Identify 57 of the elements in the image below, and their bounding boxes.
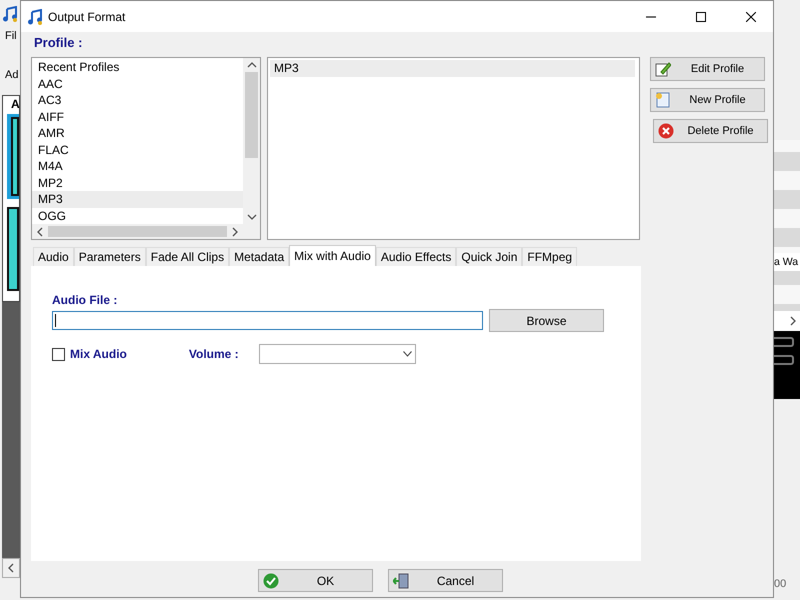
profile-label: Profile :: [33, 34, 84, 52]
maximize-button[interactable]: [696, 12, 706, 22]
list-item[interactable]: AMR: [32, 125, 243, 142]
list-item[interactable]: MP3: [270, 60, 635, 77]
scroll-right-icon[interactable]: [231, 226, 240, 236]
tab[interactable]: Audio Effects: [376, 247, 456, 266]
ok-button[interactable]: OK: [258, 569, 373, 592]
audio-file-field[interactable]: [52, 311, 483, 330]
exit-door-icon: [393, 572, 409, 588]
tab[interactable]: Mix with Audio: [289, 245, 376, 266]
cancel-button[interactable]: Cancel: [388, 569, 503, 592]
scroll-thumb[interactable]: [245, 72, 258, 158]
list-item[interactable]: AIFF: [32, 108, 243, 125]
tab[interactable]: Audio: [33, 247, 74, 266]
document-icon: [655, 92, 671, 108]
window-title: Output Format: [48, 10, 126, 24]
volume-label: Volume :: [188, 347, 240, 361]
tab[interactable]: Fade All Clips: [146, 247, 230, 266]
list-item[interactable]: AAC: [32, 76, 243, 92]
list-item[interactable]: AC3: [32, 92, 243, 108]
new-profile-button[interactable]: New Profile: [650, 88, 765, 112]
app-icon: [2, 6, 18, 22]
scroll-right-icon[interactable]: [789, 316, 797, 326]
scroll-up-icon[interactable]: [246, 61, 256, 69]
browse-button[interactable]: Browse: [489, 309, 604, 332]
scroll-left-button[interactable]: [2, 558, 20, 578]
delete-icon: [658, 123, 674, 139]
audio-file-label: Audio File :: [52, 293, 118, 307]
app-icon: [27, 8, 43, 24]
checkbox[interactable]: [52, 348, 65, 360]
tab[interactable]: Quick Join: [456, 247, 522, 266]
time-label: 00: [774, 578, 786, 592]
close-button[interactable]: [746, 12, 756, 22]
list-item[interactable]: M4A: [32, 158, 243, 174]
tab[interactable]: Parameters: [74, 247, 146, 266]
waveform-panel: [774, 331, 800, 399]
scroll-thumb[interactable]: [48, 226, 228, 237]
chevron-down-icon: [402, 351, 412, 357]
mix-audio-label: Mix Audio: [70, 347, 127, 361]
track-label: a Wa: [774, 253, 800, 271]
toolbar-label: Ad: [5, 69, 18, 81]
list-item[interactable]: Recent Profiles: [32, 59, 243, 76]
list-item[interactable]: OGG: [32, 208, 243, 224]
list-item[interactable]: FLAC: [32, 142, 243, 158]
edit-profile-button[interactable]: Edit Profile: [650, 57, 765, 81]
chevron-left-icon[interactable]: [7, 563, 15, 573]
tab[interactable]: FFMpeg: [522, 247, 578, 266]
pencil-icon: [655, 61, 671, 77]
scroll-down-icon[interactable]: [246, 213, 256, 221]
tab[interactable]: Metadata: [229, 247, 290, 266]
delete-profile-button[interactable]: Delete Profile: [653, 119, 768, 143]
checkmark-icon: [263, 572, 279, 588]
menu-item[interactable]: Fil: [5, 30, 17, 42]
list-item[interactable]: MP3: [32, 191, 243, 208]
panel-label: A: [10, 96, 19, 111]
list-item[interactable]: MP2: [32, 174, 243, 191]
scroll-left-icon[interactable]: [36, 226, 44, 236]
